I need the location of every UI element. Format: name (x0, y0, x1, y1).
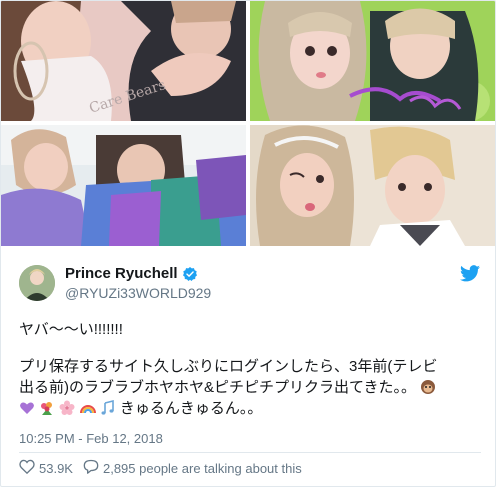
purple-heart-emoji-icon (19, 400, 35, 416)
talking-count: 2,895 people are talking about this (102, 460, 302, 476)
musical-notes-emoji-icon (100, 399, 116, 416)
speech-bubble-icon (83, 459, 103, 477)
divider (19, 452, 481, 453)
avatar[interactable] (19, 265, 55, 301)
display-name[interactable]: Prince Ryuchell (65, 265, 198, 282)
tweet-text: ヤバ〜〜い!!!!!!! プリ保存するサイト久しぶりにログインしたら、3年前(テ… (19, 319, 481, 419)
verified-badge-icon (182, 266, 198, 282)
bouquet-emoji-icon (39, 400, 55, 416)
tweet-text-line-2: プリ保存するサイト久しぶりにログインしたら、3年前(テレビ (19, 358, 438, 375)
display-name-text[interactable]: Prince Ryuchell (65, 265, 178, 282)
like-count: 53.9K (39, 460, 73, 476)
twitter-bird-icon[interactable] (460, 265, 480, 283)
timestamp[interactable]: 10:25 PM - Feb 12, 2018 (19, 431, 163, 446)
tweet-text-line-1: ヤバ〜〜い!!!!!!! (19, 321, 123, 338)
tweet-text-line-3: 出る前)のラブラブホヤホヤ&ピチピチプリクラ出てきた。。 (19, 379, 417, 396)
tweet-card: Care Bears Prince Ryuchell @RYUZi33WORLD… (0, 0, 496, 487)
heart-icon (19, 459, 39, 477)
photo-3[interactable] (1, 125, 246, 246)
conversation-button[interactable]: 2,895 people are talking about this (83, 459, 302, 477)
tweet-actions: 53.9K 2,895 people are talking about thi… (19, 459, 312, 477)
photo-grid: Care Bears (1, 1, 495, 246)
rainbow-emoji-icon (79, 400, 96, 416)
photo-4[interactable] (250, 125, 495, 246)
tweet-text-line-4: きゅるんきゅるん。。 (119, 400, 263, 417)
handle[interactable]: @RYUZi33WORLD929 (65, 285, 211, 301)
like-button[interactable]: 53.9K (19, 459, 73, 477)
monkey-emoji-icon (420, 379, 436, 395)
photo-1[interactable]: Care Bears (1, 1, 246, 121)
photo-2[interactable] (250, 1, 495, 121)
cherry-blossom-emoji-icon (59, 400, 75, 416)
